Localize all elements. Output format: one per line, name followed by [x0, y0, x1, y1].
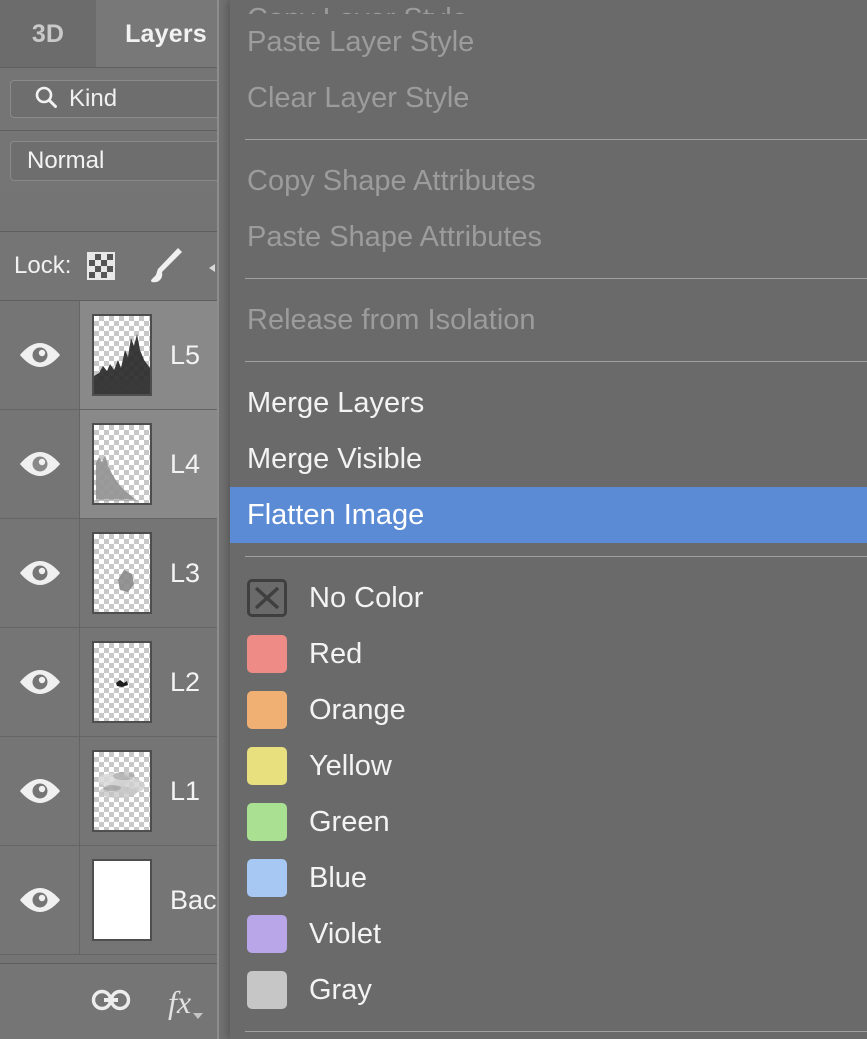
- menu-item-clear-layer-style: Clear Layer Style: [247, 81, 470, 114]
- filter-kind-label: Kind: [69, 85, 118, 112]
- panel-tab-strip: 3D Layers: [0, 0, 219, 68]
- layer-body[interactable]: L1: [79, 737, 219, 845]
- layer-thumbnail[interactable]: [92, 750, 152, 832]
- layer-thumbnail[interactable]: [92, 314, 152, 396]
- table-row[interactable]: Bac: [0, 846, 219, 955]
- layer-name: L1: [170, 775, 201, 806]
- menu-item-yellow[interactable]: Yellow: [230, 738, 867, 794]
- photoshop-layers-screen: 3D Layers Kind Normal Lock: L5 L4 L3 L2 …: [0, 0, 867, 1039]
- eye-icon: [19, 670, 60, 694]
- panel-right-edge: [217, 0, 219, 1039]
- blend-mode-row: Normal: [0, 131, 219, 193]
- color-swatch-gray: [247, 971, 287, 1009]
- menu-item-copy-layer-style: Copy Layer Style: [230, 0, 867, 14]
- layer-body[interactable]: L5: [79, 301, 219, 409]
- layer-thumbnail[interactable]: [92, 859, 152, 941]
- eye-icon: [19, 343, 60, 367]
- eye-icon: [19, 888, 60, 912]
- color-swatch-green: [247, 803, 287, 841]
- filter-kind-select[interactable]: Kind: [10, 80, 219, 118]
- layer-name: Bac: [170, 884, 217, 915]
- layer-body[interactable]: L4: [79, 410, 219, 518]
- menu-item-red[interactable]: Red: [230, 626, 867, 682]
- menu-separator: [245, 361, 867, 362]
- lock-label: Lock:: [14, 252, 72, 279]
- menu-item-blue[interactable]: Blue: [230, 850, 867, 906]
- layer-visibility-toggle[interactable]: [0, 410, 79, 518]
- menu-item-green[interactable]: Green: [230, 794, 867, 850]
- eye-icon: [19, 452, 60, 476]
- table-row[interactable]: L2: [0, 628, 219, 737]
- layer-name: L2: [170, 666, 201, 697]
- tab-3d[interactable]: 3D: [0, 0, 96, 68]
- fx-label: fx: [168, 983, 192, 1020]
- layer-body[interactable]: Bac: [79, 846, 219, 954]
- menu-item-release-from-isolation: Release from Isolation: [247, 303, 536, 336]
- menu-item-merge-layers[interactable]: Merge Layers: [230, 375, 867, 431]
- layer-thumbnail[interactable]: [92, 641, 152, 723]
- eye-icon: [19, 779, 60, 803]
- menu-separator: [245, 278, 867, 279]
- lock-more-caret-icon[interactable]: [209, 264, 215, 272]
- menu-item-paste-layer-style: Paste Layer Style: [247, 25, 475, 58]
- menu-item-no-color[interactable]: No Color: [230, 570, 867, 626]
- layer-name: L3: [170, 557, 201, 588]
- layer-thumbnail[interactable]: [92, 423, 152, 505]
- color-swatch-red: [247, 635, 287, 673]
- layers-panel: 3D Layers Kind Normal Lock: L5 L4 L3 L2 …: [0, 0, 219, 1039]
- layer-visibility-toggle[interactable]: [0, 846, 79, 954]
- blend-mode-value: Normal: [27, 147, 105, 174]
- link-layers-icon[interactable]: [88, 985, 134, 1020]
- menu-item-violet[interactable]: Violet: [230, 906, 867, 962]
- tab-layers[interactable]: Layers: [96, 0, 219, 68]
- layer-visibility-toggle[interactable]: [0, 301, 79, 409]
- blend-mode-select[interactable]: Normal: [10, 141, 219, 181]
- color-swatch-yellow: [247, 747, 287, 785]
- table-row[interactable]: L4: [0, 410, 219, 519]
- menu-item-orange[interactable]: Orange: [230, 682, 867, 738]
- chevron-down-icon: [193, 1012, 204, 1019]
- layer-filter-row: Kind: [0, 68, 219, 130]
- x-mark-icon: [247, 579, 287, 617]
- color-swatch-blue: [247, 859, 287, 897]
- lock-row: Lock:: [0, 232, 219, 300]
- tab-layers-label: Layers: [125, 19, 207, 48]
- layer-visibility-toggle[interactable]: [0, 519, 79, 627]
- layer-list[interactable]: L5 L4 L3 L2 L1 Bac: [0, 301, 219, 960]
- layer-context-menu[interactable]: Copy Layer Style Paste Layer Style Clear…: [230, 0, 867, 1039]
- eye-icon: [19, 561, 60, 585]
- menu-item-gray[interactable]: Gray: [230, 962, 867, 1018]
- layer-thumbnail[interactable]: [92, 532, 152, 614]
- color-swatch-violet: [247, 915, 287, 953]
- layer-body[interactable]: L3: [79, 519, 219, 627]
- layer-name: L5: [170, 339, 201, 370]
- layer-visibility-toggle[interactable]: [0, 628, 79, 736]
- menu-item-flatten-image[interactable]: Flatten Image: [230, 487, 867, 543]
- menu-separator: [245, 139, 867, 140]
- transparency-checkerboard-icon[interactable]: [87, 252, 116, 280]
- search-icon: [33, 84, 59, 115]
- table-row[interactable]: L1: [0, 737, 219, 846]
- menu-separator: [245, 556, 867, 557]
- layer-visibility-toggle[interactable]: [0, 737, 79, 845]
- menu-item-copy-shape-attributes: Copy Shape Attributes: [247, 164, 536, 197]
- menu-item-paste-shape-attributes: Paste Shape Attributes: [247, 220, 543, 253]
- layer-style-fx-button[interactable]: fx: [168, 983, 204, 1021]
- table-row[interactable]: L5: [0, 301, 219, 410]
- menu-item-merge-visible[interactable]: Merge Visible: [230, 431, 867, 487]
- paintbrush-icon[interactable]: [143, 242, 187, 291]
- tab-3d-label: 3D: [31, 19, 65, 48]
- table-row[interactable]: L3: [0, 519, 219, 628]
- layer-body[interactable]: L2: [79, 628, 219, 736]
- color-swatch-orange: [247, 691, 287, 729]
- layers-panel-toolbar: fx: [0, 963, 219, 1039]
- layer-name: L4: [170, 448, 201, 479]
- menu-separator: [245, 1031, 867, 1032]
